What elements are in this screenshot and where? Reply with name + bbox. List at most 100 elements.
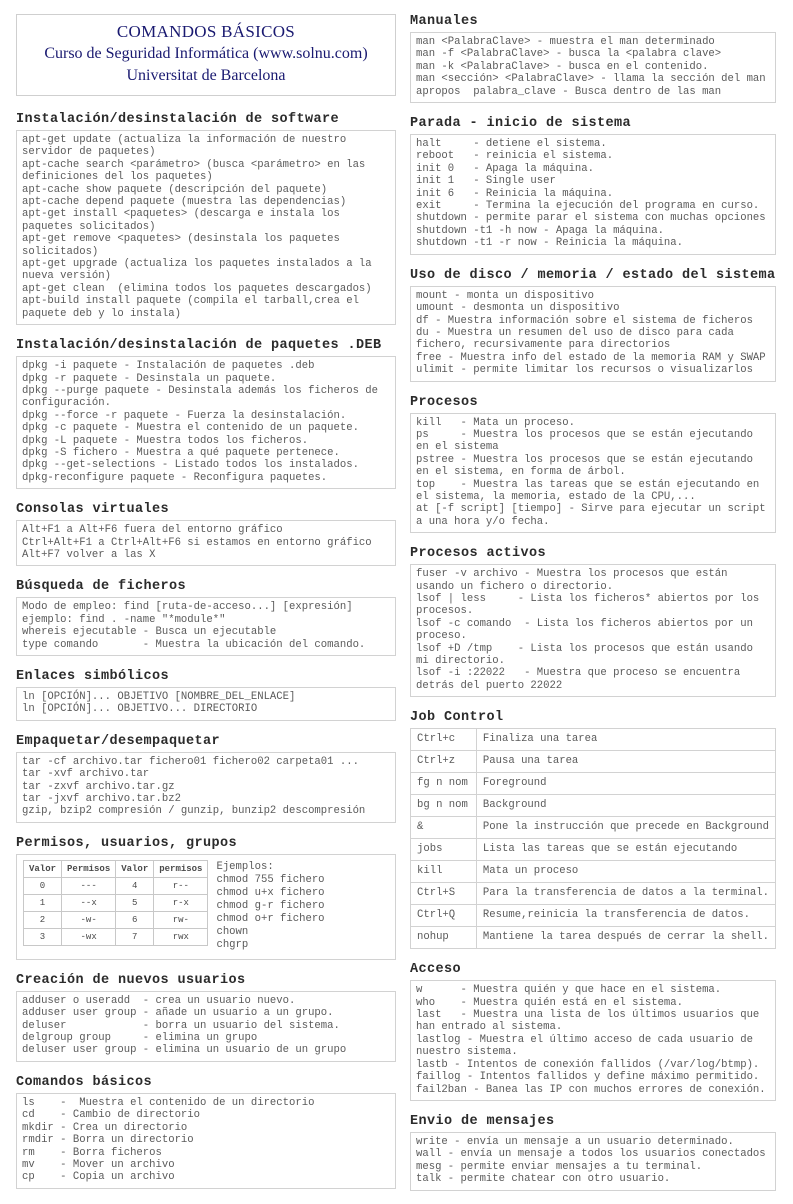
section-heading: Búsqueda de ficheros <box>16 579 187 595</box>
command-line: dpkg -L paquete - Muestra todos los fich… <box>22 434 309 447</box>
job-control-key: Ctrl+S <box>410 882 477 906</box>
course-subtitle: Curso de Seguridad Informática (www.soln… <box>44 45 368 62</box>
table-row: 2 -w- 6 rw- <box>22 910 209 929</box>
section-heading: Instalación/desinstalación de paquetes .… <box>16 338 382 354</box>
command-line: Modo de empleo: find [ruta-de-acceso...]… <box>22 601 353 614</box>
command-line: apt-get remove <paquetes> (desinstala lo… <box>22 233 347 258</box>
example-line: chgrp <box>216 938 249 951</box>
command-line: man <PalabraClave> - muestra el man dete… <box>416 36 715 48</box>
example-line: chmod g-r fichero <box>216 899 325 912</box>
command-line: ln [OPCIÓN]... OBJETIVO [NOMBRE_DEL_ENLA… <box>22 691 296 703</box>
section-right-4: Procesos activos fuser -v archivo - Muest… <box>410 546 776 698</box>
command-line: shutdown -t1 -h now - Apaga la máquina. <box>416 224 664 237</box>
command-line: apt-get upgrade (actualiza los paquetes … <box>22 258 379 283</box>
command-line: shutdown - permite parar el sistema con … <box>416 212 766 225</box>
command-line: write - envía un mensaje a un usuario de… <box>416 1135 734 1148</box>
section-heading: Creación de nuevos usuarios <box>16 972 246 988</box>
table-column-header: Permisos <box>61 859 117 878</box>
job-control-key: kill <box>410 860 477 884</box>
section-body: fuser -v archivo - Muestra los procesos … <box>410 564 776 698</box>
command-line: init 6 - Reinicia la máquina. <box>416 187 614 200</box>
example-line: chmod 755 fichero <box>216 873 325 886</box>
section-body: Alt+F1 a Alt+F6 fuera del entorno gráfic… <box>16 520 396 567</box>
section-left-bottom-0: Creación de nuevos usuarios adduser o use… <box>16 973 396 1062</box>
job-control-key: bg n nom <box>410 794 477 818</box>
table-cell: 7 <box>115 927 155 946</box>
command-line: reboot - reinicia el sistema. <box>416 150 614 163</box>
command-line: shutdown -t1 -r now - Reinicia la máquin… <box>416 237 684 250</box>
section-heading: Procesos <box>410 394 479 410</box>
command-line: apropos palabra_clave - Busca dentro de … <box>416 85 722 98</box>
command-line: dpkg -S fichero - Muestra a qué paquete … <box>22 446 340 459</box>
section-right-0: Manuales man <PalabraClave> - muestra el … <box>410 14 776 104</box>
command-line: top - Muestra las tareas que se están ej… <box>416 478 766 503</box>
table-cell: -wx <box>61 927 117 946</box>
command-line: lsof +D /tmp - Lista los procesos que es… <box>416 642 760 668</box>
table-column-header: Valor <box>22 859 63 878</box>
command-line: dpkg --get-selections - Listado todos lo… <box>22 459 359 472</box>
job-control-description: Pausa una tarea <box>475 750 777 774</box>
section-body: kill - Mata un proceso. ps - Muestra los … <box>410 412 776 534</box>
command-line: pstree - Muestra los procesos que se est… <box>416 453 760 479</box>
section-right-3: Procesos kill - Mata un proceso. ps - Mues… <box>410 395 776 534</box>
section-body: ln [OPCIÓN]... OBJETIVO [NOMBRE_DEL_ENLA… <box>16 687 396 721</box>
section-body: adduser o useradd - crea un usuario nuev… <box>16 990 396 1062</box>
section-job-control: Job Control Ctrl+c Finaliza una tarea Ctrl… <box>410 710 777 950</box>
command-line: apt-get install <paquetes> (descarga e i… <box>22 208 347 233</box>
job-control-key: jobs <box>410 838 477 862</box>
command-line: Ctrl+Alt+F1 a Ctrl+Alt+F6 si estamos en … <box>22 536 372 549</box>
right-sections-bottom: Acceso w - Muestra quién y que hace en el… <box>410 962 776 1203</box>
section-heading: Instalación/desinstalación de software <box>16 112 340 127</box>
section-heading: Job Control <box>410 710 504 726</box>
job-control-description: Mantiene la tarea después de cerrar la s… <box>475 926 777 950</box>
command-line: at [-f script] [tiempo] - Sirve para eje… <box>416 503 773 528</box>
command-line: fail2ban - Banea las IP con muchos error… <box>416 1083 766 1096</box>
table-cell: 2 <box>22 910 63 929</box>
command-line: ulimit - permite limitar los recursos o … <box>416 364 753 377</box>
job-control-description: Foreground <box>475 772 777 796</box>
command-line: free - Muestra info del estado de la mem… <box>416 351 766 364</box>
command-line: apt-get update (actualiza la información… <box>22 134 353 159</box>
command-line: ps - Muestra los procesos que se están e… <box>416 428 760 454</box>
command-line: man <sección> <PalabraClave> - llama la … <box>416 73 766 86</box>
table-cell: 0 <box>22 876 63 895</box>
section-heading: Procesos activos <box>410 546 547 562</box>
job-control-key: Ctrl+Q <box>410 904 477 928</box>
section-body: w - Muestra quién y que hace en el siste… <box>410 980 776 1101</box>
command-line: Alt+F1 a Alt+F6 fuera del entorno gráfic… <box>22 524 283 537</box>
command-line: kill - Mata un proceso. <box>416 416 575 429</box>
command-line: delgroup group - elimina un grupo <box>22 1032 258 1045</box>
job-control-description: Finaliza una tarea <box>475 728 777 752</box>
section-body: man <PalabraClave> - muestra el man dete… <box>410 32 776 104</box>
section-right-1: Parada - inicio de sistema halt - detiene… <box>410 116 776 255</box>
command-line: adduser user group - añade un usuario a … <box>22 1007 334 1020</box>
command-line: lastlog - Muestra el último acceso de ca… <box>416 1033 760 1059</box>
command-line: dpkg -r paquete - Desinstala un paquete. <box>22 372 277 385</box>
command-line: apt-get clean (elimina todos los paquete… <box>22 282 372 295</box>
section-heading: Uso de disco / memoria / estado del sist… <box>410 267 776 283</box>
command-line: du - Muestra un resumen del uso de disco… <box>416 326 741 352</box>
table-cell: --x <box>61 893 117 912</box>
section-right-2: Uso de disco / memoria / estado del sist… <box>410 268 776 382</box>
table-cell: 5 <box>115 893 155 912</box>
table-cell: rwx <box>153 927 209 946</box>
section-body: tar -cf archivo.tar fichero01 fichero02 … <box>16 751 396 823</box>
table-row: Ctrl+Q Resume,reinicia la transferencia d… <box>410 904 777 928</box>
example-line: Ejemplos: <box>216 860 274 873</box>
command-line: halt - detiene el sistema. <box>416 138 607 151</box>
command-line: lastb - Intentos de conexión fallidos (/… <box>416 1058 760 1071</box>
command-line: lsof -i :22022 - Muestra que proceso se … <box>416 667 747 692</box>
command-line: mv - Mover un archivo <box>22 1158 175 1171</box>
command-line: dpkg-reconfigure paquete - Reconfigura p… <box>22 471 328 484</box>
command-line: who - Muestra quién está en el sistema. <box>416 996 684 1009</box>
command-line: mesg - permite enviar mensajes a tu term… <box>416 1160 703 1173</box>
command-line: apt-cache search <parámetro> (busca <par… <box>22 158 372 184</box>
job-control-key: fg n nom <box>410 772 477 796</box>
table-row: bg n nom Background <box>410 794 777 818</box>
institution-subtitle: Universitat de Barcelona <box>126 67 286 84</box>
table-row: 0 --- 4 r-- <box>22 876 209 895</box>
table-cell: r-x <box>153 893 209 912</box>
command-line: deluser - borra un usuario del sistema. <box>22 1019 340 1032</box>
section-heading: Comandos básicos <box>16 1074 153 1090</box>
section-right-bottom-1: Envio de mensajes write - envía un mensaj… <box>410 1114 776 1191</box>
